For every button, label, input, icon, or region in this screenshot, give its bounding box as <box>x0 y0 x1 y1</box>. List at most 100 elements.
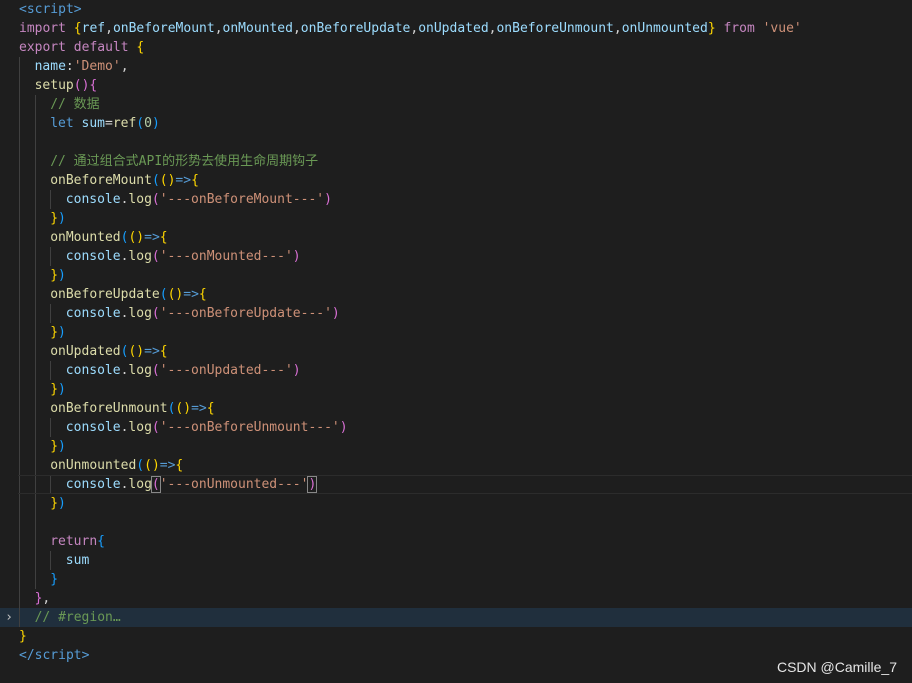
code-line[interactable]: }) <box>0 437 912 456</box>
code-line[interactable]: }) <box>0 209 912 228</box>
code-text: // 数据 <box>50 95 99 114</box>
indent-guide <box>34 114 36 133</box>
gutter <box>0 247 18 266</box>
code-text: onUpdated(()=>{ <box>50 342 167 361</box>
code-line[interactable]: onBeforeUnmount(()=>{ <box>0 399 912 418</box>
fold-expand-icon[interactable]: › <box>0 608 18 627</box>
code-token: } <box>50 325 59 340</box>
code-line[interactable]: › // #region… <box>0 608 912 627</box>
gutter <box>0 627 18 646</box>
code-line[interactable]: onBeforeMount(()=>{ <box>0 171 912 190</box>
code-text: onBeforeUnmount(()=>{ <box>50 399 214 418</box>
code-token: 'vue' <box>762 21 802 36</box>
indent-guide <box>34 513 36 532</box>
gutter <box>0 342 18 361</box>
code-line[interactable]: } <box>0 570 912 589</box>
code-token: ( <box>151 420 160 435</box>
code-token: ) <box>136 344 145 359</box>
code-line[interactable]: console.log('---onMounted---') <box>0 247 912 266</box>
code-line[interactable]: </script> <box>0 646 912 665</box>
code-token: => <box>191 401 207 416</box>
code-token: { <box>89 78 98 93</box>
indent-guide <box>19 95 20 114</box>
code-token: onMounted <box>222 21 293 36</box>
code-token: ) <box>324 192 332 207</box>
indent-guide <box>34 456 36 475</box>
code-line[interactable]: let sum=ref(0) <box>0 114 912 133</box>
code-token: onBeforeUnmount <box>496 21 614 36</box>
gutter <box>0 646 18 665</box>
indent-guide <box>19 532 20 551</box>
code-token: ) <box>58 439 66 454</box>
code-token: ( <box>159 173 168 188</box>
indent-guide <box>19 285 20 304</box>
code-line[interactable]: }) <box>0 494 912 513</box>
code-editor[interactable]: <script> import {ref,onBeforeMount,onMoun… <box>0 0 912 683</box>
code-line[interactable]: console.log('---onBeforeMount---') <box>0 190 912 209</box>
code-line[interactable]: }) <box>0 266 912 285</box>
code-token: ) <box>339 420 348 435</box>
code-line[interactable]: onMounted(()=>{ <box>0 228 912 247</box>
code-line[interactable]: onUpdated(()=>{ <box>0 342 912 361</box>
code-text: onUnmounted(()=>{ <box>50 456 183 475</box>
code-token: , <box>214 21 223 36</box>
code-line[interactable]: return{ <box>0 532 912 551</box>
code-line[interactable]: import {ref,onBeforeMount,onMounted,onBe… <box>0 19 912 38</box>
code-line[interactable]: }, <box>0 589 912 608</box>
code-text: onBeforeMount(()=>{ <box>50 171 199 190</box>
code-token: ( <box>73 78 82 93</box>
code-token: ( <box>151 306 160 321</box>
code-token: } <box>707 21 716 36</box>
gutter <box>0 152 18 171</box>
code-text: }, <box>35 589 51 608</box>
code-line[interactable] <box>0 513 912 532</box>
code-line[interactable]: setup(){ <box>0 76 912 95</box>
indent-guide <box>34 209 36 228</box>
gutter <box>0 209 18 228</box>
code-token: ) <box>58 382 66 397</box>
indent-guide <box>19 228 20 247</box>
indent-guide <box>19 304 20 323</box>
code-line[interactable]: console.log('---onUnmounted---') <box>0 475 912 494</box>
code-token: onMounted <box>50 230 121 245</box>
code-line[interactable]: console.log('---onUpdated---') <box>0 361 912 380</box>
code-token: { <box>198 287 207 302</box>
code-line[interactable]: // 数据 <box>0 95 912 114</box>
code-line[interactable]: console.log('---onBeforeUpdate---') <box>0 304 912 323</box>
indent-guide <box>19 361 20 380</box>
code-text: console.log('---onBeforeMount---') <box>66 190 332 209</box>
code-token: ) <box>136 230 145 245</box>
code-token: // 通过组合式API的形势去使用生命周期钩子 <box>50 154 319 169</box>
code-token: ( <box>151 192 160 207</box>
code-line[interactable]: } <box>0 627 912 646</box>
gutter <box>0 228 18 247</box>
code-token: log <box>128 192 152 207</box>
code-token: sum <box>65 553 90 568</box>
code-token: { <box>136 40 145 55</box>
code-token: onUnmounted <box>621 21 708 36</box>
code-token: ) <box>151 458 160 473</box>
code-token: ) <box>58 325 66 340</box>
code-line[interactable]: name:'Demo', <box>0 57 912 76</box>
code-line[interactable]: }) <box>0 323 912 342</box>
indent-guide <box>19 380 20 399</box>
code-line[interactable]: onBeforeUpdate(()=>{ <box>0 285 912 304</box>
code-token: default <box>73 40 137 55</box>
code-line[interactable]: // 通过组合式API的形势去使用生命周期钩子 <box>0 152 912 171</box>
code-line[interactable]: sum <box>0 551 912 570</box>
indent-guide <box>34 152 36 171</box>
code-line[interactable]: <script> <box>0 0 912 19</box>
code-line[interactable]: export default { <box>0 38 912 57</box>
code-token: , <box>105 21 113 36</box>
code-token: // #region <box>34 610 113 625</box>
gutter <box>0 589 18 608</box>
code-token: { <box>206 401 215 416</box>
code-line[interactable]: }) <box>0 380 912 399</box>
code-line[interactable]: console.log('---onBeforeUnmount---') <box>0 418 912 437</box>
code-line[interactable]: onUnmounted(()=>{ <box>0 456 912 475</box>
code-line[interactable] <box>0 133 912 152</box>
gutter <box>0 114 18 133</box>
indent-guide <box>50 304 52 323</box>
indent-guide <box>50 551 52 570</box>
code-text: export default { <box>19 38 144 57</box>
